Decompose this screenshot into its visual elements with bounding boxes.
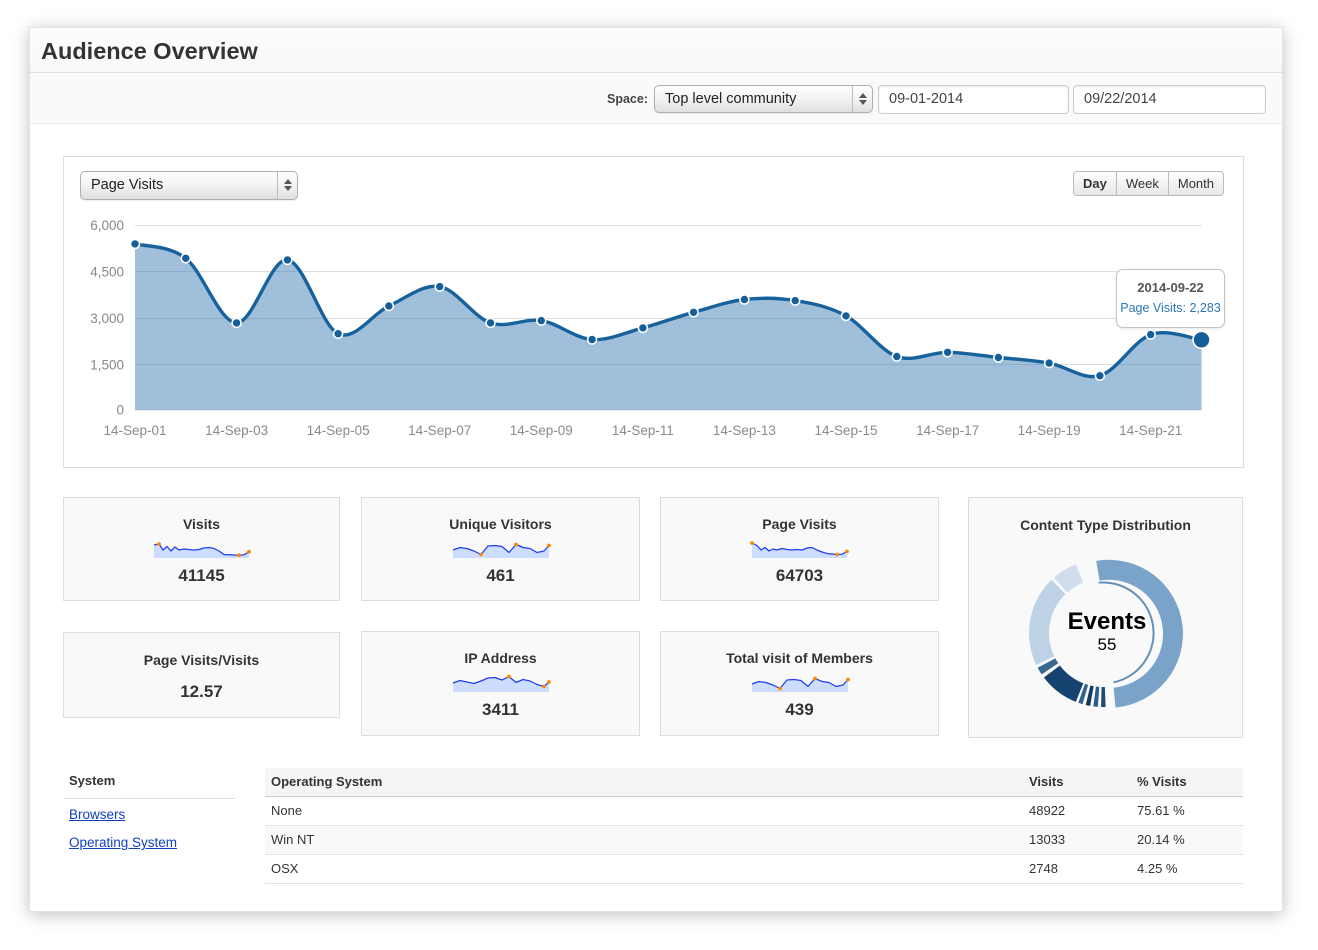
- svg-text:3,000: 3,000: [90, 311, 124, 326]
- svg-text:14-Sep-11: 14-Sep-11: [612, 423, 674, 438]
- svg-text:14-Sep-09: 14-Sep-09: [510, 423, 573, 438]
- svg-text:1,500: 1,500: [90, 358, 124, 373]
- svg-text:6,000: 6,000: [90, 218, 124, 233]
- svg-text:14-Sep-21: 14-Sep-21: [1119, 423, 1182, 438]
- svg-text:14-Sep-01: 14-Sep-01: [103, 423, 166, 438]
- svg-text:14-Sep-15: 14-Sep-15: [814, 423, 877, 438]
- svg-text:14-Sep-03: 14-Sep-03: [205, 423, 268, 438]
- svg-text:4,500: 4,500: [90, 265, 124, 280]
- svg-text:14-Sep-13: 14-Sep-13: [713, 423, 776, 438]
- svg-text:14-Sep-17: 14-Sep-17: [916, 423, 979, 438]
- svg-text:55: 55: [1098, 635, 1117, 654]
- svg-text:14-Sep-05: 14-Sep-05: [307, 423, 370, 438]
- svg-text:0: 0: [116, 403, 124, 418]
- svg-text:Events: Events: [1068, 608, 1147, 635]
- svg-text:14-Sep-19: 14-Sep-19: [1018, 423, 1081, 438]
- svg-text:14-Sep-07: 14-Sep-07: [408, 423, 471, 438]
